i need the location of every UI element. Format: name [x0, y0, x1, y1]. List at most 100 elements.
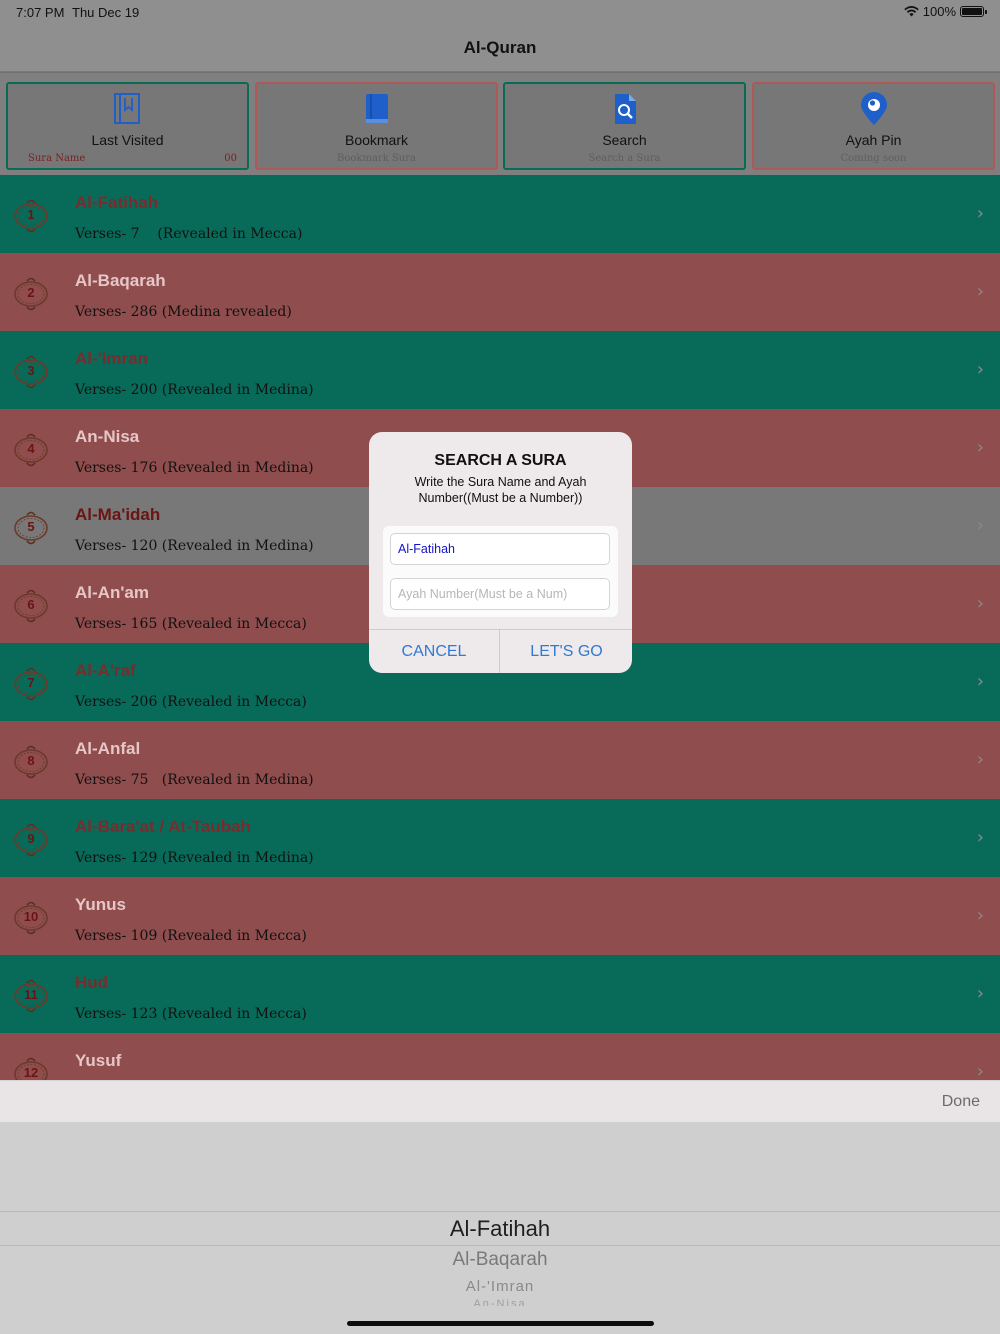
chevron-right-icon: ›	[976, 437, 984, 458]
picker-option-selected[interactable]: Al-Fatihah	[0, 1216, 1000, 1242]
sura-number-badge: 7	[13, 665, 49, 701]
sura-number: 4	[27, 441, 35, 456]
battery-percent: 100%	[922, 4, 956, 19]
sura-number: 7	[27, 675, 35, 690]
chevron-right-icon: ›	[976, 905, 984, 926]
sura-row[interactable]: 2 Al-Baqarah Verses- 286 (Medina revealed)…	[0, 253, 1000, 331]
sura-name: Al-A'raf	[75, 661, 136, 680]
sura-name: Al-Baqarah	[75, 271, 166, 290]
sura-info: Verses- 109 (Revealed in Mecca)	[75, 928, 307, 944]
sura-name: Yusuf	[75, 1051, 122, 1070]
sura-number-badge: 9	[13, 821, 49, 857]
sura-number-badge: 1	[13, 197, 49, 233]
quick-actions: Last Visited Sura Name 00 Bookmark Bookm…	[0, 73, 1000, 175]
sura-number-badge: 12	[13, 1055, 49, 1080]
bookmark-list-icon	[113, 93, 140, 124]
search-label: Search	[602, 132, 647, 148]
bookmark-tile[interactable]: Bookmark Bookmark Sura	[255, 82, 498, 170]
sura-number-badge: 11	[13, 977, 49, 1013]
sura-name: Yunus	[75, 895, 127, 914]
book-icon	[365, 94, 388, 123]
navigation-bar: Al-Quran	[0, 24, 1000, 72]
chevron-right-icon: ›	[976, 983, 984, 1004]
home-indicator[interactable]	[347, 1321, 654, 1326]
sura-number-badge: 10	[13, 899, 49, 935]
page-title: Al-Quran	[463, 38, 537, 57]
sura-number-badge: 5	[13, 509, 49, 545]
done-button[interactable]: Done	[942, 1093, 980, 1111]
wifi-icon	[904, 6, 919, 17]
search-tile[interactable]: Search Search a Sura	[503, 82, 746, 170]
sura-number-badge: 2	[13, 275, 49, 311]
dialog-title: SEARCH A SURA	[434, 452, 567, 469]
last-visited-label: Last Visited	[91, 132, 164, 148]
picker-option[interactable]: Al-Baqarah	[0, 1249, 1000, 1271]
sura-name-input[interactable]	[390, 533, 610, 565]
sura-number: 11	[24, 987, 38, 1002]
sura-info: Verses- 200 (Revealed in Medina)	[75, 382, 314, 398]
picker-toolbar: Done	[0, 1080, 1000, 1122]
sura-info: Verses- 176 (Revealed in Medina)	[75, 460, 314, 476]
chevron-right-icon: ›	[976, 671, 984, 692]
sura-row[interactable]: 8 Al-Anfal Verses- 75 (Revealed in Medina)…	[0, 721, 1000, 799]
chevron-right-icon: ›	[976, 203, 984, 224]
sura-name: Hud	[75, 973, 109, 992]
sura-row[interactable]: 9 Al-Bara'at / At-Taubah Verses- 129 (Reve…	[0, 799, 1000, 877]
chevron-right-icon: ›	[976, 827, 984, 848]
chevron-right-icon: ›	[976, 515, 984, 536]
sura-row[interactable]: 1 Al-Fatihah Verses- 7 (Revealed in Mecca)…	[0, 175, 1000, 253]
sura-name: An-Nisa	[75, 427, 140, 446]
sura-row[interactable]: 10 Yunus Verses- 109 (Revealed in Mecca) ›	[0, 877, 1000, 955]
search-sub: Search a Sura	[588, 153, 661, 164]
sura-number: 9	[27, 831, 35, 846]
sura-info: Verses- 75 (Revealed in Medina)	[75, 772, 314, 788]
sura-info: Verses- 206 (Revealed in Mecca)	[75, 694, 307, 710]
sura-name: Al-Fatihah	[75, 193, 159, 212]
search-sura-dialog: SEARCH A SURA Write the Sura Name and Ay…	[369, 432, 632, 673]
sura-number-badge: 3	[13, 353, 49, 389]
cancel-button[interactable]: CANCEL	[369, 630, 500, 673]
file-search-icon	[614, 94, 636, 124]
ayah-pin-tile[interactable]: Ayah Pin Coming soon	[752, 82, 995, 170]
chevron-right-icon: ›	[976, 593, 984, 614]
status-date: Thu Dec 19	[72, 5, 140, 20]
sura-number: 3	[27, 363, 35, 378]
battery-icon	[960, 6, 987, 17]
sura-number: 12	[23, 1065, 39, 1080]
sura-info: Verses- 120 (Revealed in Medina)	[75, 538, 314, 554]
status-right: 100%	[904, 4, 987, 19]
sura-number-badge: 4	[13, 431, 49, 467]
sura-number-badge: 6	[13, 587, 49, 623]
dialog-message: Write the Sura Name and Ayah Number((Mus…	[414, 475, 587, 505]
last-visited-ayah: 00	[224, 153, 237, 164]
sura-number: 5	[27, 519, 35, 534]
lets-go-button[interactable]: LET'S GO	[501, 630, 632, 673]
sura-number: 2	[27, 285, 35, 300]
location-pin-icon	[860, 92, 887, 125]
picker-option[interactable]: Al-'Imran	[0, 1278, 1000, 1295]
sura-row[interactable]: 3 Al-'Imran Verses- 200 (Revealed in Medin…	[0, 331, 1000, 409]
status-bar: 7:07 PM Thu Dec 19 100%	[0, 0, 1000, 24]
sura-info: Verses- 7 (Revealed in Mecca)	[75, 226, 303, 242]
bookmark-label: Bookmark	[344, 132, 409, 148]
sura-number: 1	[27, 207, 35, 222]
sura-name: Al-An'am	[75, 583, 149, 602]
sura-picker[interactable]: Al-Fatihah Al-Baqarah Al-'Imran An-Nisa	[0, 1122, 1000, 1334]
last-visited-tile[interactable]: Last Visited Sura Name 00	[6, 82, 249, 170]
chevron-right-icon: ›	[976, 281, 984, 302]
sura-row[interactable]: 12 Yusuf ›	[0, 1033, 1000, 1080]
sura-row[interactable]: 11 Hud Verses- 123 (Revealed in Mecca) ›	[0, 955, 1000, 1033]
sura-name: Al-Bara'at / At-Taubah	[75, 817, 251, 836]
picker-option[interactable]: An-Nisa	[0, 1298, 1000, 1306]
chevron-right-icon: ›	[976, 749, 984, 770]
sura-info: Verses- 129 (Revealed in Medina)	[75, 850, 314, 866]
sura-name: Al-Ma'idah	[75, 505, 161, 524]
ayah-number-input[interactable]	[390, 578, 610, 610]
bookmark-sub: Bookmark Sura	[337, 153, 416, 164]
sura-info: Verses- 165 (Revealed in Mecca)	[75, 616, 307, 632]
sura-info: Verses- 123 (Revealed in Mecca)	[75, 1006, 307, 1022]
sura-number-badge: 8	[13, 743, 49, 779]
dialog-buttons: CANCEL LET'S GO	[369, 629, 632, 673]
last-visited-sura-name: Sura Name	[28, 153, 86, 164]
sura-number: 6	[27, 597, 35, 612]
